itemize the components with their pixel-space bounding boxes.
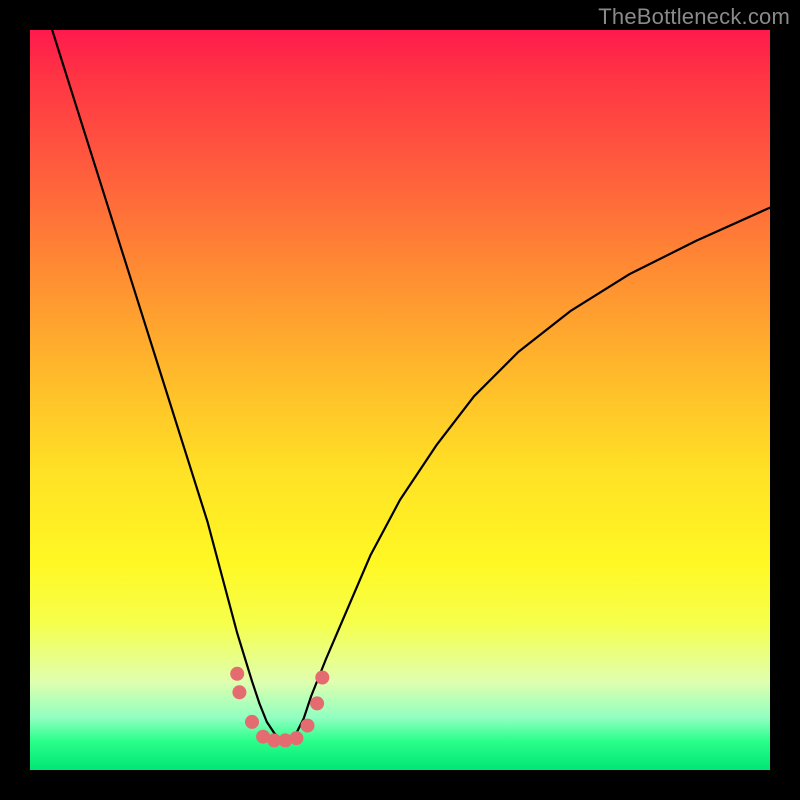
bottleneck-curve <box>30 0 770 740</box>
chart-frame: TheBottleneck.com <box>0 0 800 800</box>
data-marker <box>232 685 246 699</box>
data-marker <box>310 696 324 710</box>
plot-area <box>30 30 770 770</box>
curve-layer <box>30 30 770 770</box>
data-marker <box>230 667 244 681</box>
data-marker <box>315 671 329 685</box>
watermark-text: TheBottleneck.com <box>598 4 790 30</box>
data-marker <box>245 715 259 729</box>
data-marker <box>289 731 303 745</box>
data-marker <box>301 719 315 733</box>
